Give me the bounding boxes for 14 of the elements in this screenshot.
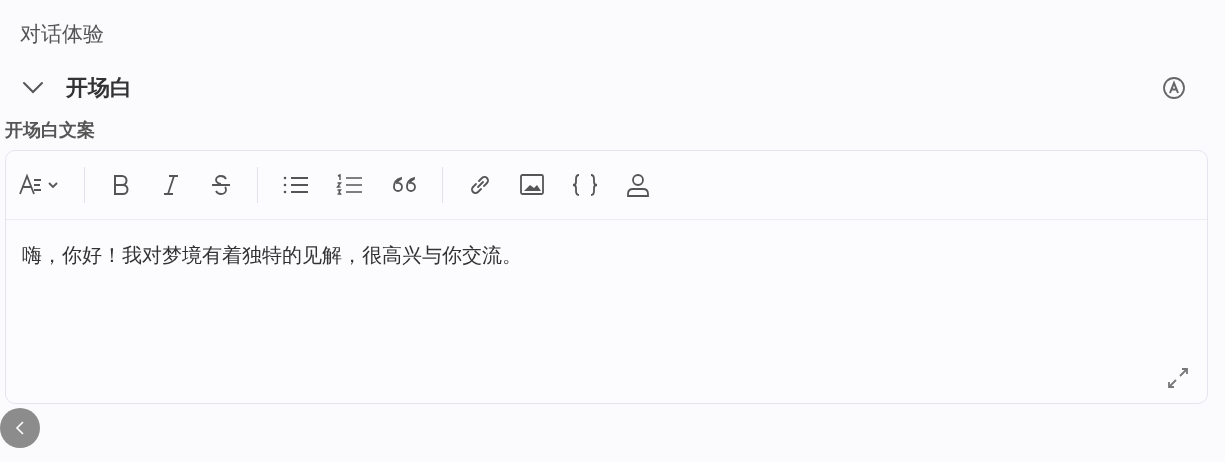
auto-icon[interactable] bbox=[1162, 76, 1186, 100]
image-icon bbox=[519, 172, 545, 198]
section-heading: 对话体验 bbox=[20, 21, 105, 48]
editor-text: 嗨，你好！我对梦境有着独特的见解，很高兴与你交流。 bbox=[22, 242, 523, 269]
strikethrough-icon bbox=[209, 172, 233, 198]
field-label: 开场白文案 bbox=[5, 118, 96, 142]
section-title[interactable]: 开场白 bbox=[66, 73, 132, 103]
rich-text-editor[interactable]: 嗨，你好！我对梦境有着独特的见解，很高兴与你交流。 bbox=[5, 150, 1208, 404]
braces-icon bbox=[571, 172, 599, 198]
expand-icon[interactable] bbox=[1167, 367, 1189, 389]
person-icon bbox=[625, 172, 651, 198]
numbered-list-icon bbox=[336, 172, 364, 198]
back-button[interactable] bbox=[0, 408, 40, 448]
chevron-left-icon bbox=[13, 420, 27, 436]
